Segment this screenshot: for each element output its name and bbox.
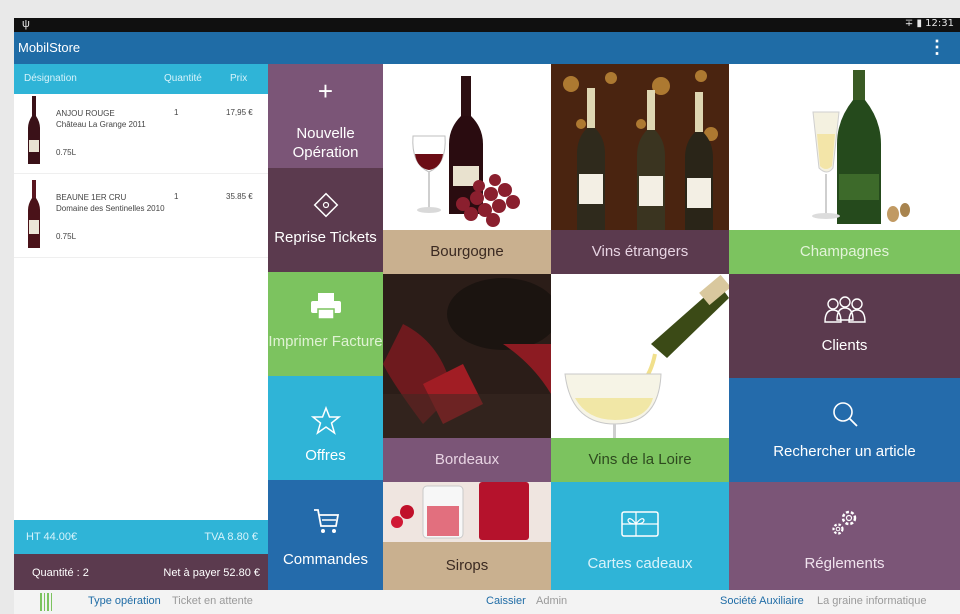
status-footer: Type opération Ticket en attente Caissie… — [14, 590, 960, 614]
app-title[interactable]: MobilStore — [18, 40, 80, 55]
item-quantity: 1 — [174, 192, 179, 201]
totals-tax-bar: HT 44.00€ TVA 8.80 € — [14, 520, 268, 554]
tile-commandes[interactable]: Commandes — [268, 480, 383, 590]
tile-label: Bourgogne — [430, 243, 504, 260]
ticket-row[interactable]: BEAUNE 1ER CRU Domaine des Sentinelles 2… — [14, 178, 268, 258]
tile-cartes-cadeaux[interactable]: Cartes cadeaux — [551, 482, 729, 590]
gears-icon — [831, 510, 856, 535]
tile-vins-loire[interactable]: Vins de la Loire — [551, 274, 729, 482]
col-prix: Prix — [230, 73, 248, 84]
tile-imprimer-facture[interactable]: Imprimer Facture — [268, 272, 383, 376]
tile-label: Offres — [305, 447, 346, 464]
caissier-value: Admin — [536, 595, 568, 607]
tile-band: Vins de la Loire — [551, 438, 729, 482]
clock: 12:31 — [925, 18, 954, 29]
net-to-pay: Net à payer 52.80 € — [163, 567, 260, 579]
col-quantite: Quantité — [164, 73, 202, 84]
totals-net-bar: Quantité : 2 Net à payer 52.80 € — [14, 554, 268, 590]
tablet-screen: ψ ∓ ▮ 12:31 MobilStore ⋮ Désignation Qua… — [14, 18, 960, 614]
item-price: 35.85 € — [226, 192, 253, 201]
total-ht: HT 44.00€ — [26, 531, 78, 543]
col-designation: Désignation — [24, 73, 77, 84]
wine-bottle-icon — [28, 180, 40, 248]
star-icon — [310, 406, 341, 435]
item-name: BEAUNE 1ER CRU — [56, 193, 127, 202]
item-quantity: 1 — [174, 108, 179, 117]
tile-label: Clients — [821, 337, 868, 354]
item-producer: Domaine des Sentinelles 2010 — [56, 204, 165, 213]
gift-card-icon — [621, 511, 659, 537]
app-bar: MobilStore ⋮ — [14, 32, 960, 64]
wine-bottle-icon — [28, 96, 40, 164]
signal-icon: ∓ — [904, 18, 914, 29]
champagnes-photo — [812, 70, 910, 224]
bourgogne-photo — [412, 76, 520, 227]
users-icon — [823, 296, 866, 323]
tile-label: Cartes cadeaux — [587, 555, 693, 572]
tile-label: Bordeaux — [434, 451, 500, 468]
type-operation-value[interactable]: Ticket en attente — [172, 595, 253, 607]
ticket-row[interactable]: ANJOU ROUGE Château La Grange 2011 1 17,… — [14, 94, 268, 174]
tile-bourgogne[interactable]: Bourgogne — [383, 64, 551, 274]
ticket-icon — [313, 192, 338, 218]
tile-label: Commandes — [282, 551, 369, 568]
tile-label: Imprimer Facture — [268, 333, 383, 350]
societe-value: La graine informatique — [817, 595, 927, 607]
tile-band: Sirops — [383, 542, 551, 590]
item-producer: Château La Grange 2011 — [56, 120, 146, 129]
ticket-table-header: Désignation Quantité Prix — [14, 64, 268, 94]
vins-loire-photo — [564, 274, 729, 438]
tile-label: Reprise Tickets — [274, 229, 377, 246]
tile-label: Vins de la Loire — [588, 451, 692, 468]
tile-band: Bourgogne — [383, 230, 551, 274]
tile-label: Vins étrangers — [591, 243, 689, 260]
tile-label: Nouvelle Opération — [292, 125, 359, 161]
tile-vins-etrangers[interactable]: Vins étrangers — [551, 64, 729, 274]
vins-etrangers-photo — [551, 64, 729, 230]
plus-icon: + — [317, 76, 334, 106]
status-right: ∓ ▮ 12:31 — [905, 18, 954, 29]
total-tva: TVA 8.80 € — [204, 531, 258, 543]
status-bar: ψ ∓ ▮ 12:31 — [14, 18, 960, 32]
tile-label: Réglements — [804, 555, 885, 572]
sirops-photo — [383, 482, 551, 542]
bordeaux-photo — [383, 274, 551, 438]
tile-reprise-tickets[interactable]: Reprise Tickets — [268, 168, 383, 272]
cart-icon — [313, 509, 339, 533]
tile-label: Rechercher un article — [773, 443, 916, 460]
item-volume: 0.75L — [56, 148, 77, 157]
item-price: 17,95 € — [226, 108, 253, 117]
tile-band: Bordeaux — [383, 438, 551, 482]
ticket-panel: Désignation Quantité Prix ANJOU ROUGE Ch… — [14, 64, 268, 590]
item-name-block: ANJOU ROUGE Château La Grange 2011 — [56, 108, 166, 130]
societe-label: Société Auxiliaire — [720, 595, 804, 607]
tile-bordeaux[interactable]: Bordeaux — [383, 274, 551, 482]
tile-rechercher[interactable]: Rechercher un article — [729, 378, 960, 482]
search-icon — [832, 402, 858, 427]
tile-offres[interactable]: Offres — [268, 376, 383, 480]
tile-nouvelle-operation[interactable]: + Nouvelle Opération — [268, 64, 383, 168]
item-name-block: BEAUNE 1ER CRU Domaine des Sentinelles 2… — [56, 192, 166, 214]
tile-band: Champagnes — [729, 230, 960, 274]
tile-label: Champagnes — [799, 243, 890, 260]
battery-icon: ▮ — [916, 18, 922, 29]
usb-icon: ψ — [22, 18, 30, 30]
printer-icon — [310, 293, 341, 320]
tile-clients[interactable]: Clients — [729, 274, 960, 378]
tile-label: Sirops — [445, 557, 489, 574]
tile-sirops[interactable]: Sirops — [383, 482, 551, 590]
tile-champagnes[interactable]: Champagnes — [729, 64, 960, 274]
item-name: ANJOU ROUGE — [56, 109, 115, 118]
overflow-menu-icon[interactable]: ⋮ — [928, 37, 946, 58]
type-operation-label: Type opération — [88, 595, 161, 607]
item-volume: 0.75L — [56, 232, 77, 241]
tile-reglements[interactable]: Réglements — [729, 482, 960, 590]
total-quantity: Quantité : 2 — [32, 567, 89, 579]
tile-band: Vins étrangers — [551, 230, 729, 274]
barcode-icon[interactable] — [40, 593, 54, 611]
caissier-label: Caissier — [486, 595, 526, 607]
